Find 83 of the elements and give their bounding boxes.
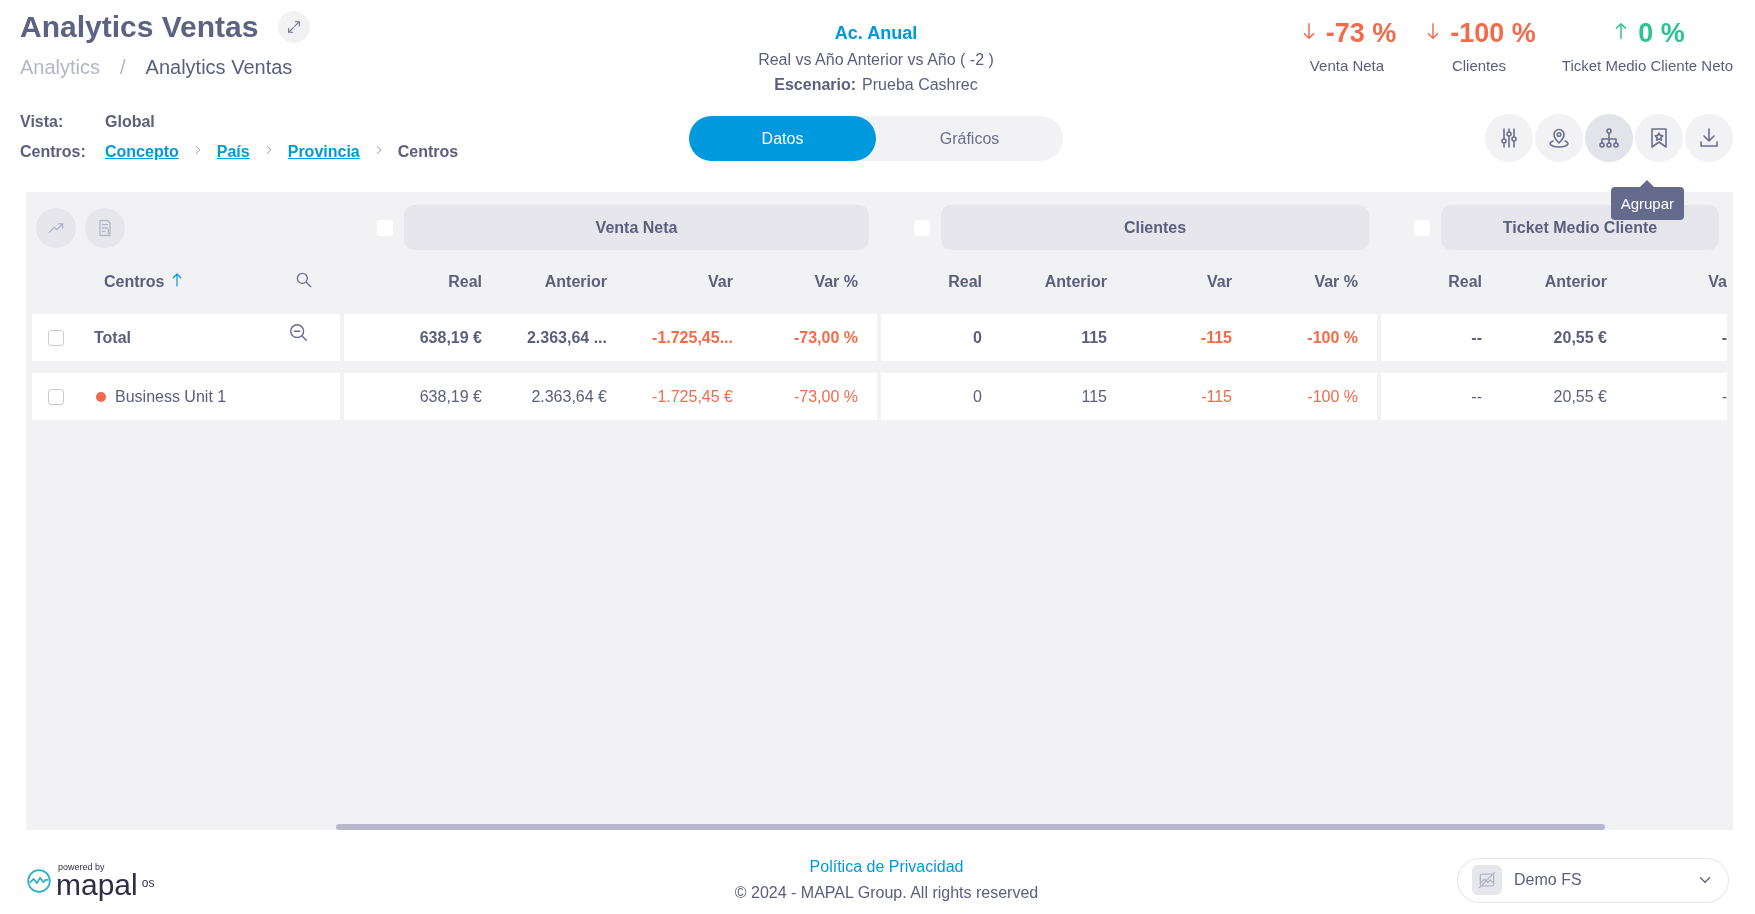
- path-item: Centros: [397, 143, 459, 161]
- download-button[interactable]: [1685, 114, 1733, 162]
- path-link[interactable]: Concepto: [105, 143, 179, 161]
- table-cell: 2.363,64 ...: [526, 328, 607, 347]
- table-cell: -1.725,45...: [652, 328, 733, 347]
- account-select[interactable]: Demo FS: [1457, 857, 1729, 903]
- table-cell: -1.725,45 €: [652, 387, 733, 406]
- table-cell: 638,19 €: [419, 387, 482, 406]
- table-cell: -115: [1200, 328, 1232, 347]
- scenario-value: Prueba Cashrec: [862, 76, 978, 93]
- group-header: Venta Neta: [404, 205, 869, 250]
- breadcrumb-item: Analytics Ventas: [145, 56, 293, 79]
- copyright-text: © 2024 - MAPAL Group. All rights reserved: [734, 884, 1039, 902]
- table-cell: 20,55 €: [1553, 328, 1607, 347]
- row-checkbox[interactable]: [48, 388, 64, 405]
- table-cell: -115: [1201, 387, 1232, 406]
- kpi-value: -73 %: [1325, 18, 1397, 49]
- row-checkbox[interactable]: [48, 329, 64, 346]
- column-header[interactable]: Anterior: [544, 273, 607, 291]
- column-header[interactable]: Anterior: [1544, 273, 1607, 291]
- path-link[interactable]: País: [216, 143, 250, 161]
- table-cell: -73,00 %: [793, 328, 858, 347]
- row-name: Total: [94, 328, 132, 347]
- view-tab[interactable]: Gráficos: [876, 116, 1063, 161]
- column-header[interactable]: Var %: [1314, 273, 1358, 291]
- scenario-label: Escenario:: [774, 76, 857, 93]
- breadcrumb-separator: /: [120, 56, 126, 79]
- table-cell: -100 %: [1307, 387, 1358, 406]
- kpi-label: Venta Neta: [1309, 57, 1385, 74]
- expand-icon: [286, 19, 303, 35]
- table-cell: -100 %: [1307, 328, 1358, 347]
- column-header[interactable]: Real: [1448, 273, 1482, 291]
- page-title: Analytics Ventas: [20, 10, 259, 44]
- search-icon: [294, 270, 314, 290]
- wave-logo-icon: [26, 868, 52, 894]
- table-cell: 0: [973, 328, 982, 347]
- zoom-out-icon: [288, 322, 310, 344]
- kpi-label: Clientes: [1451, 57, 1507, 74]
- download-icon: [1697, 126, 1721, 150]
- kpi-value: -100 %: [1450, 18, 1536, 49]
- table-cell: --: [1471, 328, 1482, 347]
- kpi-label: Ticket Medio Cliente Neto: [1561, 57, 1733, 74]
- view-tab[interactable]: Datos: [689, 116, 876, 161]
- powered-by-text: powered by: [58, 862, 105, 872]
- column-header[interactable]: Va: [1708, 273, 1727, 291]
- table-cell: -: [1721, 387, 1727, 406]
- column-header[interactable]: Var: [708, 273, 733, 291]
- hierarchy-button[interactable]: [1585, 114, 1633, 162]
- scrollbar[interactable]: [336, 824, 1605, 830]
- image-off-icon: [1477, 870, 1497, 890]
- table-cell: 638,19 €: [419, 328, 482, 347]
- expand-button[interactable]: [278, 11, 311, 43]
- vista-value: Global: [105, 113, 155, 131]
- privacy-link[interactable]: Política de Privacidad: [809, 858, 964, 876]
- sliders-button[interactable]: [1485, 114, 1533, 162]
- tooltip: Agrupar: [1610, 187, 1684, 220]
- column-header[interactable]: Real: [448, 273, 482, 291]
- column-header[interactable]: Anterior: [1044, 273, 1107, 291]
- column-header[interactable]: Var: [1207, 273, 1232, 291]
- map-pin-icon: [1547, 126, 1571, 150]
- path-link[interactable]: Provincia: [287, 143, 360, 161]
- comparison-text: Real vs Año Anterior vs Año ( -2 ): [758, 51, 994, 69]
- bookmark-star-button[interactable]: [1635, 114, 1683, 162]
- table-cell: 115: [1081, 387, 1107, 406]
- column-header[interactable]: Real: [948, 273, 982, 291]
- group-header: Clientes: [941, 205, 1369, 250]
- row-name: Business Unit 1: [115, 387, 227, 406]
- table-cell: 20,55 €: [1553, 387, 1607, 406]
- centros-label: Centros:: [20, 143, 87, 161]
- vista-label: Vista:: [20, 113, 65, 131]
- table-cell: -: [1721, 328, 1727, 347]
- brand-suffix: os: [141, 876, 155, 890]
- table-cell: 0: [973, 387, 982, 406]
- column-header[interactable]: Var %: [814, 273, 858, 291]
- table-cell: -73,00 %: [793, 387, 858, 406]
- table-cell: 2.363,64 €: [531, 387, 607, 406]
- hierarchy-icon: [1597, 126, 1621, 150]
- map-pin-button[interactable]: [1535, 114, 1583, 162]
- kpi-value: 0 %: [1638, 18, 1685, 49]
- table-cell: --: [1471, 387, 1482, 406]
- table-cell: 115: [1081, 328, 1107, 347]
- column-header[interactable]: Centros: [104, 273, 165, 291]
- period-title: Ac. Anual: [834, 23, 918, 44]
